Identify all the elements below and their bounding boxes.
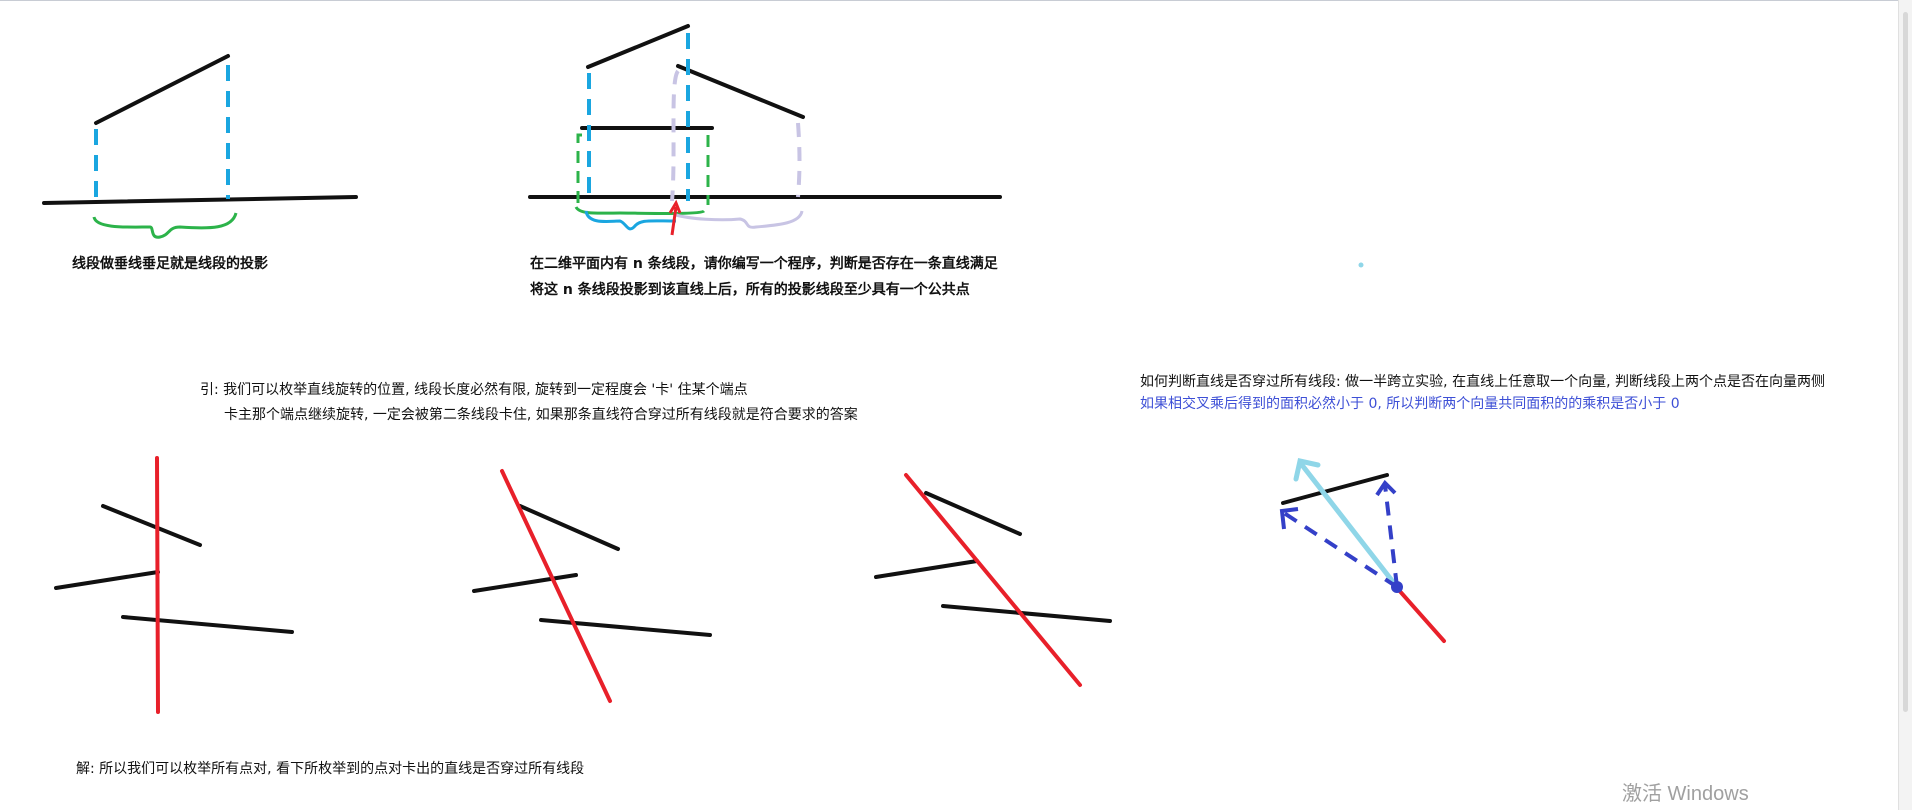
segment-line [94,54,230,125]
red-arrow [668,199,682,236]
candidate-line [155,456,160,714]
segment-line [1281,473,1389,505]
judge-line-2: 如果相交叉乘后得到的面积必然小于 0, 所以判断两个向量共同面积的的乘积是否小于… [1140,396,1680,412]
dashed-vector-left [1282,511,1399,589]
candidate-line [904,473,1082,687]
diagram-projection-single [42,54,358,239]
segment-line [676,64,805,119]
pivot-point [1391,581,1403,593]
drawing-canvas: 线段做垂线垂足就是线段的投影 在二维平面内有 n 条线段，请你编写一个程序，判断… [0,0,1912,810]
diagram-rotation-c [874,473,1112,687]
base-line [42,195,358,205]
activation-watermark: 激活 Windows [1622,783,1749,805]
intro-line-1: 引: 我们可以枚举直线旋转的位置, 线段长度必然有限, 旋转到一定程度会 '卡'… [200,382,748,398]
lavender-dash [796,122,802,198]
diagram-cross-product [1279,458,1446,643]
diagram-projection-multi [528,24,1002,236]
segment-line [121,615,294,634]
intro-line-2: 卡主那个端点继续旋转, 一定会被第二条线段卡住, 如果那条直线符合穿过所有线段就… [224,407,858,423]
candidate-line [1395,586,1446,643]
segment-line [874,559,979,579]
segment-line [472,573,578,593]
vertical-scrollbar[interactable] [1898,0,1912,810]
diagram-rotation-a [54,456,294,714]
projection-brace [92,212,238,239]
lavender-dash [670,69,680,202]
scrollbar-thumb[interactable] [1903,12,1908,712]
projection-note: 线段做垂线垂足就是线段的投影 [72,256,268,272]
solution-text: 解: 所以我们可以枚举所有点对, 看下所枚举到的点对卡出的直线是否穿过所有线段 [76,761,585,777]
green-dash [576,133,582,205]
problem-line-2: 将这 n 条线段投影到该直线上后，所有的投影线段至少具有一个公共点 [530,282,970,298]
segment-line [539,618,712,637]
stray-dot [1358,262,1364,268]
green-projection [574,206,706,215]
segment-line [54,570,160,590]
diagram-rotation-b [472,469,712,703]
segment-line [101,504,202,547]
judge-line-1: 如何判断直线是否穿过所有线段: 做一半跨立实验, 在直线上任意取一个向量, 判断… [1140,374,1825,390]
problem-line-1: 在二维平面内有 n 条线段，请你编写一个程序，判断是否存在一条直线满足 [530,256,998,272]
segment-line [586,24,690,69]
